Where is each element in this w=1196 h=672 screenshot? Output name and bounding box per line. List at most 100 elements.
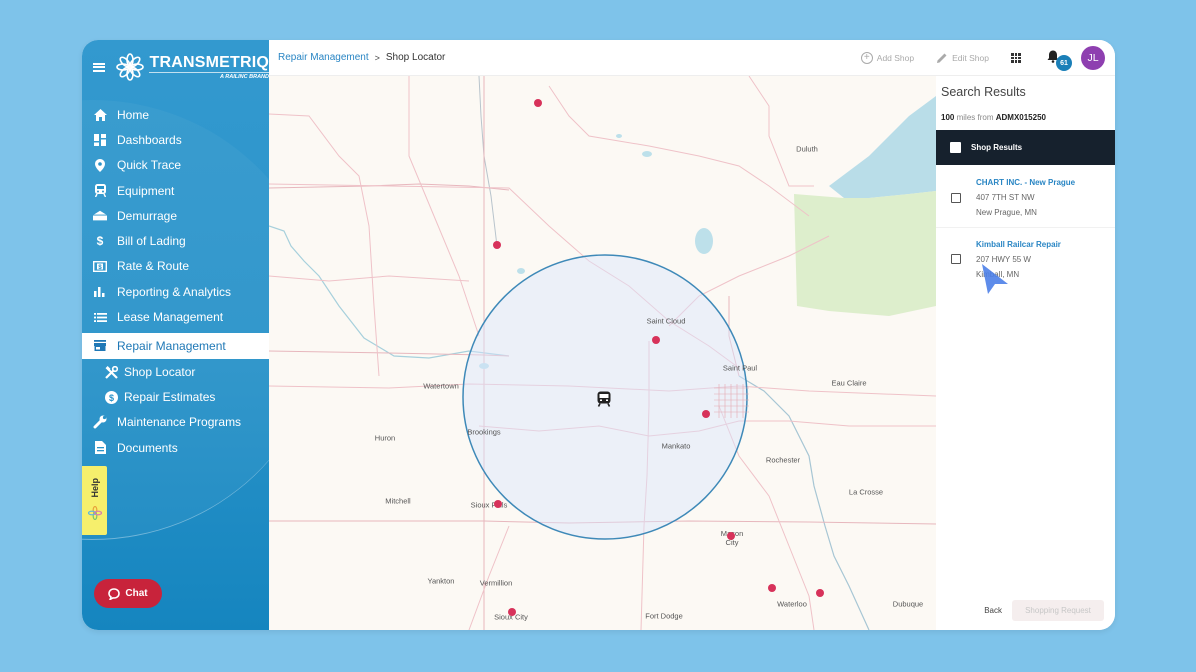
sidebar-item-documents[interactable]: Documents xyxy=(82,435,269,460)
sidebar-item-home[interactable]: Home xyxy=(82,102,269,127)
shop-checkbox[interactable] xyxy=(951,254,961,264)
help-label: Help xyxy=(89,478,100,498)
top-header: Repair Management > Shop Locator + Add S… xyxy=(269,40,1115,76)
location-pin-icon xyxy=(93,158,107,172)
pencil-icon xyxy=(937,53,947,63)
dollar-icon: $ xyxy=(96,234,104,249)
shop-pin[interactable] xyxy=(652,336,660,344)
document-icon xyxy=(93,441,107,455)
train-icon[interactable] xyxy=(596,391,612,407)
sidebar-item-demurrage[interactable]: Demurrage xyxy=(82,203,269,228)
sidebar-item-rate-route[interactable]: $ Rate & Route xyxy=(82,254,269,279)
add-shop-label: Add Shop xyxy=(876,53,915,63)
brand-bar: TRANSMETRIQ A RAILINC BRAND xyxy=(82,40,269,94)
search-results-panel: Search Results 100 miles from ADMX015250… xyxy=(936,76,1115,630)
breadcrumb: Repair Management > Shop Locator xyxy=(278,52,445,63)
shop-pin[interactable] xyxy=(727,532,735,540)
help-flower-icon xyxy=(87,505,102,520)
shop-pin[interactable] xyxy=(508,608,516,616)
results-table-header: Shop Results xyxy=(936,130,1115,165)
shop-name-link[interactable]: CHART INC. - New Prague xyxy=(976,178,1075,187)
city-label: Vermillion xyxy=(479,578,513,588)
lake-superior xyxy=(829,96,936,198)
transmetriq-logo-icon xyxy=(116,53,145,81)
road xyxy=(548,85,810,217)
sidebar-item-label: Documents xyxy=(117,440,178,455)
shop-city: New Prague, MN xyxy=(976,208,1037,217)
sidebar-item-quick-trace[interactable]: Quick Trace xyxy=(82,153,269,178)
menu-toggle-button[interactable] xyxy=(82,40,115,94)
list-icon xyxy=(93,310,107,324)
results-title: Search Results xyxy=(941,85,1026,99)
shop-address: 207 HWY 55 W xyxy=(976,254,1031,264)
shop-pin[interactable] xyxy=(816,589,824,597)
sidebar-item-bill-of-lading[interactable]: $ Bill of Lading xyxy=(82,228,269,253)
edit-shop-button[interactable]: Edit Shop xyxy=(936,52,989,64)
wrench-icon xyxy=(93,415,107,429)
sidebar-item-repair-management[interactable]: Repair Management xyxy=(82,332,269,359)
app-window: TRANSMETRIQ A RAILINC BRAND Home Dashboa… xyxy=(82,40,1115,630)
user-avatar[interactable]: JL xyxy=(1081,46,1105,70)
home-icon xyxy=(93,108,107,122)
edit-shop-label: Edit Shop xyxy=(952,53,989,63)
logo[interactable]: TRANSMETRIQ A RAILINC BRAND xyxy=(115,52,269,82)
sidebar-item-label: Home xyxy=(117,107,150,122)
sidebar-item-lease-management[interactable]: Lease Management xyxy=(82,304,269,329)
notifications-button[interactable]: 61 xyxy=(1047,48,1072,71)
select-all-checkbox[interactable] xyxy=(950,142,961,153)
help-tab[interactable]: Help xyxy=(82,466,107,535)
sidebar-item-shop-locator[interactable]: Shop Locator xyxy=(82,360,269,385)
add-shop-button[interactable]: + Add Shop xyxy=(860,52,915,64)
apps-grid-icon[interactable] xyxy=(1011,53,1021,63)
svg-text:$: $ xyxy=(108,393,113,403)
results-footer: Back Shopping Request xyxy=(984,600,1104,621)
equipment-id: ADMX015250 xyxy=(995,113,1046,122)
sidebar-item-label: Repair Estimates xyxy=(124,390,216,405)
list-item: Kimball Railcar Repair 207 HWY 55 W Kimb… xyxy=(936,229,1115,289)
shop-pin[interactable] xyxy=(494,500,502,508)
missouri-river xyxy=(269,225,510,359)
red-river xyxy=(478,76,498,247)
shop-pin[interactable] xyxy=(768,584,776,592)
search-radius-text: 100 miles from ADMX015250 xyxy=(941,113,1046,122)
breadcrumb-repair-management[interactable]: Repair Management xyxy=(278,52,369,63)
city-label: La Crosse xyxy=(848,487,884,497)
brand-tagline: A RAILINC BRAND xyxy=(149,71,269,80)
sidebar-item-equipment[interactable]: Equipment xyxy=(82,178,269,203)
road xyxy=(269,275,470,282)
tools-icon xyxy=(104,365,118,379)
chat-button[interactable]: Chat xyxy=(94,579,162,608)
shop-name-link[interactable]: Kimball Railcar Repair xyxy=(976,240,1061,249)
shop-pin[interactable] xyxy=(493,241,501,249)
sidebar: TRANSMETRIQ A RAILINC BRAND Home Dashboa… xyxy=(82,40,269,630)
shop-city: Kimball, MN xyxy=(976,269,1020,279)
brand-name: TRANSMETRIQ xyxy=(149,53,269,71)
city-label: Huron xyxy=(374,433,396,443)
back-button[interactable]: Back xyxy=(984,606,1002,615)
notification-badge: 61 xyxy=(1056,55,1072,71)
city-label: Mitchell xyxy=(385,496,411,506)
plus-circle-icon: + xyxy=(860,52,873,64)
sidebar-item-label: Demurrage xyxy=(117,208,178,223)
map-view[interactable]: GrandForksFargoDuluthAberdeenSaint Cloud… xyxy=(269,76,936,630)
city-label: Fort Dodge xyxy=(645,611,683,621)
hamburger-icon xyxy=(92,62,105,72)
city-label: Saint Cloud xyxy=(646,316,686,326)
sidebar-item-label: Bill of Lading xyxy=(117,234,186,249)
store-icon xyxy=(93,339,107,353)
shop-pin[interactable] xyxy=(534,99,542,107)
shopping-request-button[interactable]: Shopping Request xyxy=(1012,600,1104,621)
radius-text: miles from xyxy=(956,113,994,122)
breadcrumb-separator: > xyxy=(374,52,380,63)
sidebar-item-reporting[interactable]: Reporting & Analytics xyxy=(82,279,269,304)
mississippi-river xyxy=(738,375,870,630)
sidebar-item-repair-estimates[interactable]: $ Repair Estimates xyxy=(82,385,269,410)
sidebar-item-maintenance-programs[interactable]: Maintenance Programs xyxy=(82,410,269,435)
sidebar-item-dashboards[interactable]: Dashboards xyxy=(82,127,269,152)
city-label: Saint Paul xyxy=(722,363,758,373)
city-label: Dubuque xyxy=(892,599,924,609)
sidebar-nav: Home Dashboards Quick Trace Equipment De… xyxy=(82,102,269,460)
shop-pin[interactable] xyxy=(702,410,710,418)
shop-checkbox[interactable] xyxy=(951,192,961,203)
forest-area xyxy=(794,191,936,316)
